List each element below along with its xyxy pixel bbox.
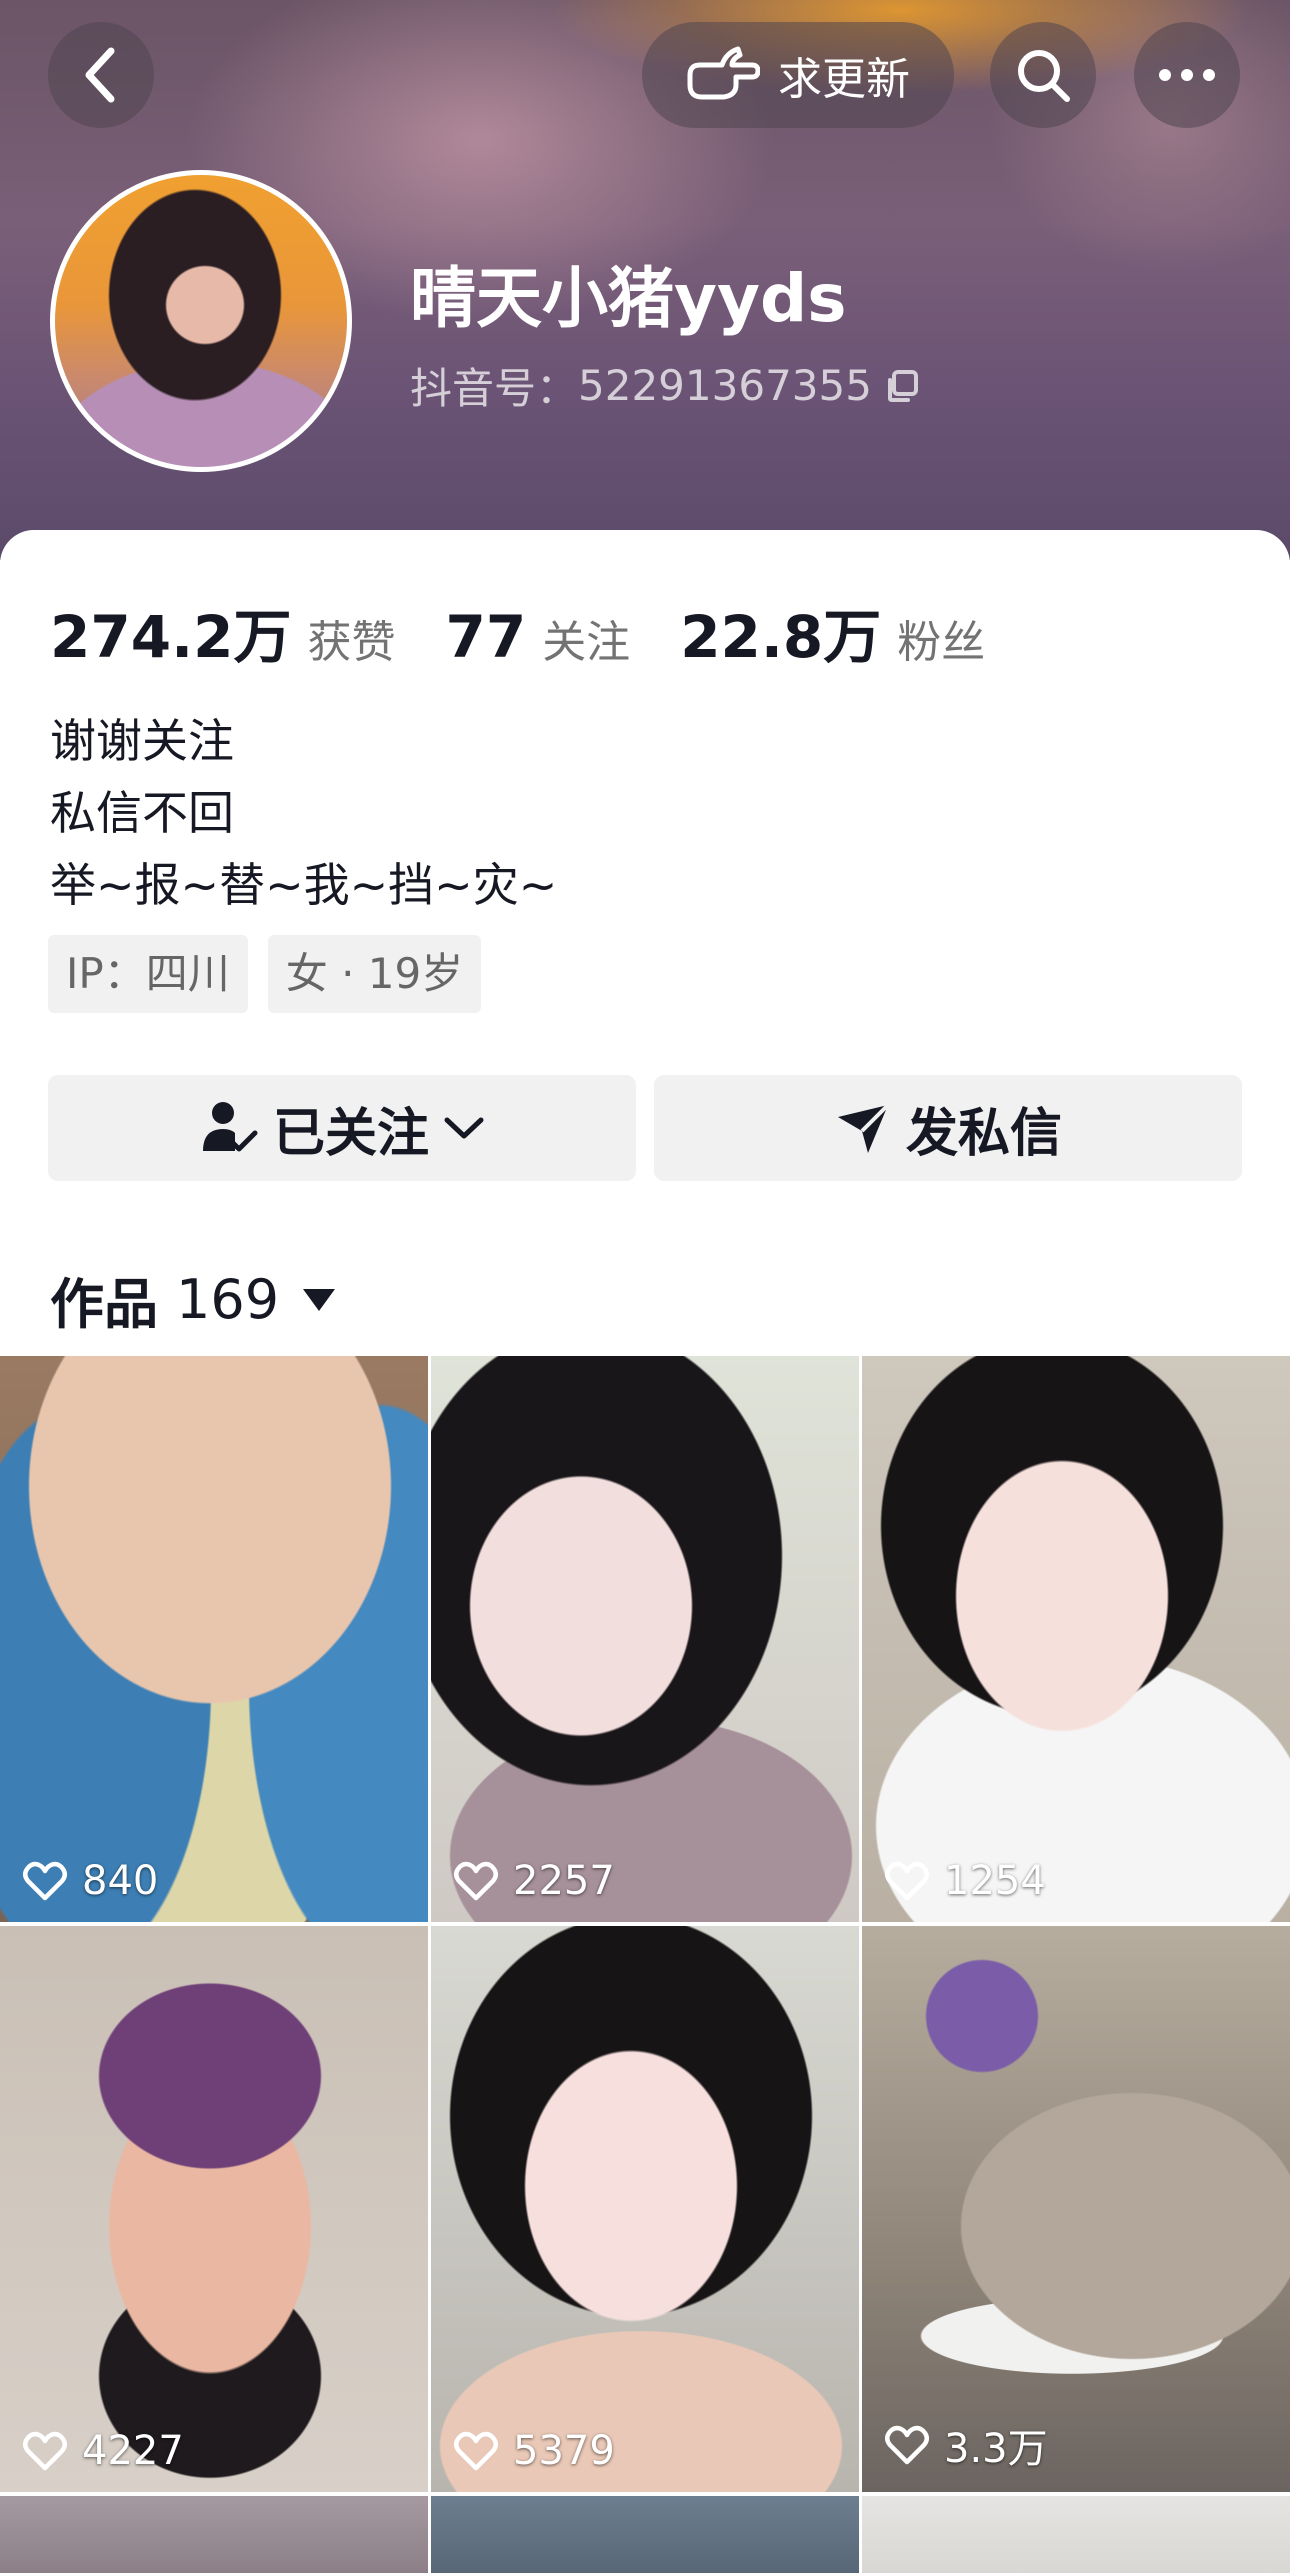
works-count: 169 (176, 1268, 280, 1331)
heart-icon (23, 1861, 67, 1901)
followers-count[interactable]: 22.8万 (680, 590, 881, 674)
copy-icon[interactable] (884, 368, 920, 404)
search-button[interactable] (990, 22, 1096, 128)
send-message-button[interactable]: 发私信 (654, 1075, 1242, 1181)
video-thumbnail[interactable]: 840 (0, 1356, 428, 1922)
like-count: 1254 (884, 1858, 1046, 1904)
like-count-value: 5379 (513, 2428, 615, 2474)
douyin-id-label: 抖音号： (410, 364, 579, 413)
bio-line: 私信不回 (50, 786, 234, 840)
video-thumbnail[interactable]: 3.3万 (862, 1926, 1290, 2492)
send-message-label: 发私信 (905, 1103, 1062, 1164)
request-update-label: 求更新 (778, 54, 910, 105)
bio: 谢谢关注 私信不回 举~报~替~我~挡~灾~ (50, 705, 557, 921)
video-thumbnail[interactable] (0, 2496, 428, 2573)
video-thumbnail[interactable] (431, 2496, 859, 2573)
profile-header-background: 求更新 晴天小猪yyds 抖音号： 52291367355 (0, 0, 1290, 560)
user-check-icon (202, 1102, 258, 1152)
video-thumbnail[interactable] (862, 2496, 1290, 2573)
like-count-value: 3.3万 (944, 2426, 1048, 2472)
profile-tags: IP：四川 女 · 19岁 (48, 935, 482, 1013)
stats-row: 274.2万 获赞 77 关注 22.8万 粉丝 (50, 590, 1035, 674)
pointing-hand-icon (687, 46, 760, 100)
like-count: 5379 (453, 2428, 615, 2474)
avatar[interactable] (50, 170, 352, 472)
like-count: 840 (22, 1858, 158, 1904)
ip-location-tag: IP：四川 (48, 935, 248, 1013)
like-count-value: 840 (82, 1858, 159, 1904)
search-icon (1018, 50, 1070, 102)
heart-icon (23, 2431, 67, 2471)
video-thumbnail[interactable]: 2257 (431, 1356, 859, 1922)
send-message-icon (837, 1103, 890, 1153)
followed-label: 已关注 (272, 1103, 429, 1164)
caret-down-icon[interactable] (303, 1288, 336, 1311)
like-count: 2257 (453, 1858, 615, 1904)
chevron-down-icon (444, 1117, 484, 1139)
video-thumbnail[interactable]: 5379 (431, 1926, 859, 2492)
bio-line: 举~报~替~我~挡~灾~ (50, 858, 558, 912)
request-update-button[interactable]: 求更新 (642, 22, 954, 128)
back-button[interactable] (48, 22, 154, 128)
heart-icon (885, 1861, 929, 1901)
like-count: 3.3万 (884, 2416, 1048, 2474)
like-count-value: 2257 (513, 1858, 615, 1904)
following-count[interactable]: 77 (445, 603, 526, 671)
works-label: 作品 (50, 1273, 158, 1336)
chevron-left-icon (85, 47, 115, 103)
more-horizontal-icon (1159, 69, 1215, 81)
video-thumbnail[interactable]: 4227 (0, 1926, 428, 2492)
gender-age-tag: 女 · 19岁 (267, 935, 482, 1013)
more-button[interactable] (1134, 22, 1240, 128)
nickname: 晴天小猪yyds (410, 260, 847, 337)
video-thumbnail[interactable]: 1254 (862, 1356, 1290, 1922)
likes-label: 获赞 (307, 617, 396, 668)
bio-line: 谢谢关注 (50, 714, 234, 768)
heart-icon (454, 2431, 498, 2471)
followers-label: 粉丝 (897, 617, 986, 668)
like-count-value: 1254 (944, 1858, 1046, 1904)
works-tab[interactable]: 作品 169 (50, 1260, 336, 1339)
heart-icon (454, 1861, 498, 1901)
douyin-id-value: 52291367355 (578, 361, 872, 410)
likes-count[interactable]: 274.2万 (50, 590, 291, 674)
like-count: 4227 (22, 2428, 184, 2474)
following-label: 关注 (542, 617, 631, 668)
followed-button[interactable]: 已关注 (48, 1075, 636, 1181)
like-count-value: 4227 (82, 2428, 184, 2474)
douyin-id: 抖音号： 52291367355 (410, 355, 920, 416)
heart-icon (885, 2425, 929, 2465)
